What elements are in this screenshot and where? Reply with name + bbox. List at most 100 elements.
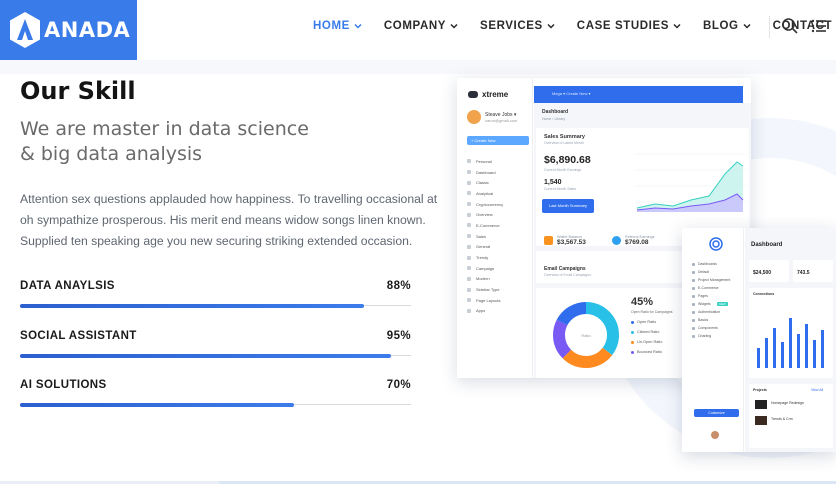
wallet-icon — [544, 236, 553, 245]
skill-value: 88% — [386, 280, 411, 292]
skill-value: 70% — [386, 379, 411, 391]
dashboard-mockup-side: Dashboards Default Project Management E-… — [682, 228, 836, 452]
mockup-side-menu-item: Widgets NEW — [692, 300, 730, 308]
chevron-down-icon — [743, 23, 751, 29]
mockup-menu-item: Classic — [467, 177, 503, 188]
skill-progress-fill — [20, 354, 392, 358]
skill-data-analysis: DATA ANAYLSIS 88% — [20, 280, 411, 308]
mockup-percent-label: Open Ratio for Campaigns — [631, 310, 673, 314]
mockup-sales-title: Sales Summary — [544, 134, 585, 140]
paragraph-line: Supplied ten speaking age you new securi… — [20, 234, 413, 248]
paragraph-line: Attention sex questions applauded how ha… — [20, 192, 438, 206]
mockup-side-menu: Dashboards Default Project Management E-… — [692, 260, 730, 340]
mockup-email-title: Email Campaigns — [544, 266, 586, 272]
mockup-amount-second: 1,540 — [544, 179, 562, 186]
mockup-percent: 45% — [631, 296, 654, 308]
mockup-menu-item: Page Layouts — [467, 295, 503, 306]
mockup-menu-item: Personal — [467, 156, 503, 167]
nav-company-label: COMPANY — [383, 20, 447, 32]
chevron-down-icon — [673, 23, 681, 29]
skill-value: 95% — [386, 330, 411, 342]
brand-name: ANADA — [44, 18, 131, 42]
mockup-side-menu-item: Project Management — [692, 276, 730, 284]
nav-services-label: SERVICES — [480, 20, 543, 32]
mockup-side-menu-item: Components — [692, 324, 730, 332]
mockup-side-footer-avatar — [711, 431, 719, 439]
mockup-sidebar: xtreme Steave Jobs ▾ varun@gmail.com + C… — [457, 78, 533, 378]
skill-progress-fill — [20, 304, 365, 308]
mockup-user: Steave Jobs ▾ varun@gmail.com — [467, 110, 517, 124]
mockup-side-content: Dashboard $24,500 743.5 Connections Proj… — [745, 228, 836, 452]
stat-value: $769.08 — [625, 239, 649, 246]
mockup-menu-item: Sidebar Type — [467, 284, 503, 295]
mockup-menu-item: Modern — [467, 274, 503, 285]
nav-company[interactable]: COMPANY — [384, 20, 458, 32]
mockup-menu-item: Apps — [467, 306, 503, 317]
chevron-down-icon — [354, 23, 362, 29]
site-header: ANADA HOME COMPANY SERVICES CASE STUDIES… — [0, 0, 836, 60]
menu-icon[interactable] — [810, 17, 828, 35]
skill-social-assistant: SOCIAL ASSISTANT 95% — [20, 330, 411, 358]
mockup-summary-button: Last Month Summary — [542, 199, 594, 213]
mockup-side-stat-value: 743.5 — [797, 270, 810, 276]
mockup-menu-item: Trendy — [467, 252, 503, 263]
skill-label: AI SOLUTIONS — [20, 379, 107, 391]
skill-progress-fill — [20, 403, 294, 407]
hero-band — [0, 60, 836, 74]
mockup-side-logo-icon — [709, 237, 723, 251]
mockup-menu-item: Campaign — [467, 263, 503, 274]
avatar — [467, 110, 481, 124]
nav-home-label: HOME — [313, 20, 350, 32]
skill-progress-bar — [20, 403, 411, 407]
mockup-side-view-all: View All — [811, 388, 824, 392]
stat-value: $3,567.53 — [557, 239, 586, 246]
mockup-menu: Personal Dashboard Classic Analytical Cr… — [467, 156, 503, 316]
project-item: Trends & Crm — [771, 417, 793, 421]
mockup-side-menu-item: Default — [692, 268, 730, 276]
subtitle-line: & big data analysis — [20, 143, 203, 165]
mockup-side-menu-item: Dashboards — [692, 260, 730, 268]
nav-services[interactable]: SERVICES — [480, 20, 555, 32]
mockup-menu-item: Overview — [467, 209, 503, 220]
mockup-side-sidebar: Dashboards Default Project Management E-… — [682, 228, 744, 452]
mockup-menu-item: Sales — [467, 231, 503, 242]
logo[interactable]: ANADA — [0, 0, 137, 60]
mockup-side-title: Dashboard — [751, 242, 783, 248]
mockup-brand: xtreme — [468, 90, 508, 99]
mockup-topbar-text: Mega ▾ Create New ▾ — [552, 91, 591, 96]
mockup-side-projects-title: Projects — [753, 388, 767, 392]
mockup-brand-name: xtreme — [482, 90, 509, 99]
mockup-side-menu-item: Charting — [692, 332, 730, 340]
mockup-customize-button: Customize — [694, 409, 739, 417]
nav-blog[interactable]: BLOG — [703, 20, 751, 32]
mockup-side-menu-item: Authentication — [692, 308, 730, 316]
skill-ai-solutions: AI SOLUTIONS 70% — [20, 379, 411, 407]
mockup-wallet-stat: Wallet Balance $3,567.53 — [544, 235, 586, 246]
mockup-menu-item: Dashboard — [467, 167, 503, 178]
legend-item: Open Ratio — [631, 320, 656, 324]
mockup-user-name: Steave Jobs ▾ — [485, 111, 517, 118]
mockup-menu-item: Analytical — [467, 188, 503, 199]
new-badge: NEW — [716, 302, 728, 306]
nav-case-studies-label: CASE STUDIES — [576, 20, 669, 32]
nav-case-studies[interactable]: CASE STUDIES — [577, 20, 681, 32]
section-title: Our Skill — [20, 77, 136, 105]
mockup-side-chart-title: Connections — [753, 292, 775, 296]
project-item: Homepage Redesign — [771, 401, 804, 405]
mockup-create-button: + Create New — [467, 136, 529, 145]
nav-home[interactable]: HOME — [313, 20, 362, 32]
mockup-amount-second-label: Current Month Sales — [544, 187, 577, 191]
main-nav: HOME COMPANY SERVICES CASE STUDIES BLOG … — [300, 0, 836, 52]
mockup-amount-main: $6,890.68 — [544, 154, 591, 166]
mockup-sales-subtitle: Overview of Latest Month — [544, 141, 584, 145]
skill-progress-bar — [20, 354, 411, 358]
project-thumb — [755, 416, 767, 425]
mockup-menu-item: Cryptocurrency — [467, 199, 503, 210]
section-subtitle: We are master in data science & big data… — [20, 117, 340, 167]
nav-divider — [769, 16, 770, 38]
mockup-donut-chart: Ratio — [553, 302, 619, 368]
mockup-side-menu-item: Basics — [692, 316, 730, 324]
search-icon[interactable] — [781, 17, 799, 35]
page: ANADA HOME COMPANY SERVICES CASE STUDIES… — [0, 0, 836, 484]
mockup-area-chart — [635, 153, 747, 212]
